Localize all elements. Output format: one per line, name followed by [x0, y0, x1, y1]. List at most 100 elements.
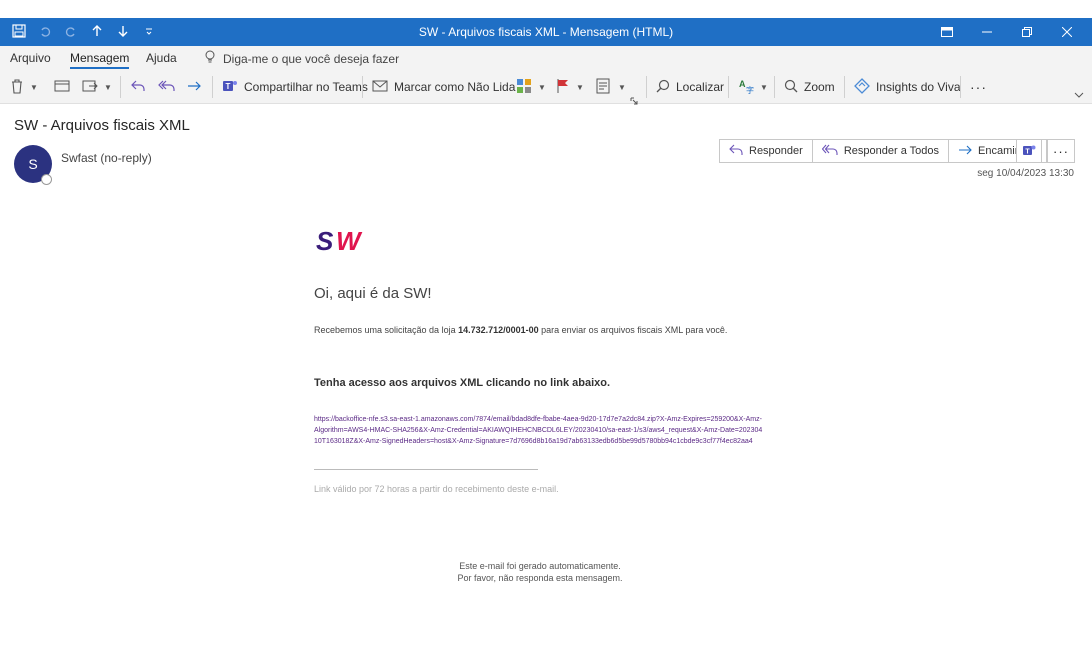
teams-icon: T [1022, 143, 1036, 160]
message-actions: Responder Responder a Todos Encaminhar [719, 139, 1047, 163]
move-icon [82, 79, 98, 96]
search-icon [656, 79, 670, 96]
teams-share-button[interactable]: T [1016, 139, 1042, 163]
svg-text:字: 字 [746, 85, 754, 94]
intro-prefix: Recebemos uma solicitação da loja [314, 325, 459, 335]
footer-note: Este e-mail foi gerado automaticamente. … [400, 560, 680, 584]
viva-insights-icon [854, 77, 870, 97]
store-id: 14.732.712/0001-00 [458, 325, 539, 335]
presence-indicator [41, 174, 52, 185]
ribbon-divider [844, 76, 845, 98]
find-button[interactable]: Localizar [656, 76, 724, 98]
dialog-launcher-icon[interactable] [630, 90, 638, 112]
mark-unread-label: Marcar como Não Lida [394, 80, 516, 94]
mark-unread-button[interactable]: Marcar como Não Lida [372, 76, 515, 98]
ribbon-divider [960, 76, 961, 98]
chevron-down-icon: ▼ [104, 82, 112, 92]
share-teams-button[interactable]: T Compartilhar no Teams [222, 76, 368, 98]
message-date: seg 10/04/2023 13:30 [977, 168, 1074, 179]
ribbon-toolbar: ▼ ▼ T Compartilhar no Teams Marcar como … [0, 70, 1092, 106]
ribbon-divider [120, 76, 121, 98]
reply-all-label: Responder a Todos [843, 145, 940, 157]
download-link[interactable]: https://backoffice-nfe.s3.sa-east-1.amaz… [314, 414, 764, 447]
window-controls [928, 21, 1086, 43]
lightbulb-icon [205, 50, 215, 67]
translate-icon: A字 [738, 78, 754, 97]
insights-button[interactable]: Insights do Viva [854, 76, 961, 98]
archive-button[interactable] [54, 76, 70, 98]
reply-button[interactable]: Responder [719, 139, 813, 163]
intro-suffix: para enviar os arquivos fiscais XML para… [538, 325, 728, 335]
intro-text: Recebemos uma solicitação da loja 14.732… [314, 325, 727, 335]
sw-logo: S W [314, 226, 380, 259]
title-bar: SW - Arquivos fiscais XML - Mensagem (HT… [0, 18, 1092, 46]
flag-button[interactable]: ▼ [556, 76, 584, 98]
forward-icon [958, 144, 972, 159]
reply-ribbon-button[interactable] [130, 76, 146, 98]
svg-text:W: W [336, 226, 363, 256]
restore-icon[interactable] [1008, 21, 1046, 43]
ribbon-divider [646, 76, 647, 98]
footer-line-2: Por favor, não responda esta mensagem. [457, 573, 623, 583]
access-heading: Tenha acesso aos arquivos XML clicando n… [314, 377, 611, 389]
ribbon-display-icon[interactable] [928, 21, 966, 43]
envelope-icon [372, 79, 388, 96]
flag-icon [556, 78, 570, 97]
message-subject: SW - Arquivos fiscais XML [14, 117, 190, 134]
svg-text:T: T [226, 82, 231, 91]
tab-ajuda[interactable]: Ajuda [146, 51, 177, 65]
zoom-icon [784, 79, 798, 96]
tell-me-label: Diga-me o que você deseja fazer [223, 51, 400, 66]
collapse-ribbon-icon[interactable] [1074, 84, 1084, 106]
zoom-button[interactable]: Zoom [784, 76, 835, 98]
tell-me-box[interactable]: Diga-me o que você deseja fazer [205, 50, 399, 67]
chevron-down-icon: ▼ [576, 82, 584, 92]
svg-text:S: S [316, 226, 334, 256]
forward-icon [186, 79, 202, 96]
categorize-button[interactable]: ▼ [516, 76, 546, 98]
close-icon[interactable] [1048, 21, 1086, 43]
ribbon-divider [728, 76, 729, 98]
reply-icon [729, 144, 743, 159]
reply-icon [130, 79, 146, 96]
sender-name[interactable]: Swfast (no-reply) [61, 151, 152, 165]
ribbon-divider [212, 76, 213, 98]
chevron-down-icon: ▼ [618, 82, 626, 92]
reply-all-icon [821, 144, 838, 159]
reply-label: Responder [749, 145, 803, 157]
reply-all-ribbon-button[interactable] [158, 76, 176, 98]
reply-all-button[interactable]: Responder a Todos [811, 139, 950, 163]
divider [314, 469, 538, 470]
svg-text:T: T [1025, 148, 1030, 155]
ribbon-divider [774, 76, 775, 98]
rules-button[interactable]: ▼ [596, 76, 626, 98]
validity-note: Link válido por 72 horas a partir do rec… [314, 484, 559, 494]
chevron-down-icon: ▼ [538, 82, 546, 92]
categorize-icon [516, 78, 532, 97]
translate-button[interactable]: A字 ▼ [738, 76, 768, 98]
tab-arquivo[interactable]: Arquivo [10, 51, 51, 65]
find-label: Localizar [676, 80, 725, 94]
teams-icon: T [222, 78, 238, 97]
chevron-down-icon: ▼ [30, 82, 38, 92]
footer-line-1: Este e-mail foi gerado automaticamente. [459, 561, 621, 571]
more-options-button[interactable]: ··· [970, 76, 987, 98]
trash-icon [10, 78, 24, 97]
forward-ribbon-button[interactable] [186, 76, 202, 98]
ribbon-divider [362, 76, 363, 98]
menu-bar: Arquivo Mensagem Ajuda Diga-me o que voc… [0, 46, 1092, 70]
delete-button[interactable]: ▼ [10, 76, 38, 98]
chevron-down-icon: ▼ [760, 82, 768, 92]
move-button[interactable]: ▼ [82, 76, 112, 98]
zoom-label: Zoom [804, 80, 835, 94]
minimize-icon[interactable] [968, 21, 1006, 43]
avatar-initial: S [28, 156, 38, 172]
insights-label: Insights do Viva [876, 80, 961, 94]
rules-icon [596, 78, 612, 97]
svg-text:A: A [739, 79, 746, 89]
tab-mensagem[interactable]: Mensagem [70, 51, 130, 69]
share-teams-label: Compartilhar no Teams [244, 80, 368, 94]
archive-icon [54, 79, 70, 96]
greeting: Oi, aqui é da SW! [314, 285, 432, 302]
more-actions-button[interactable]: ··· [1047, 139, 1075, 163]
